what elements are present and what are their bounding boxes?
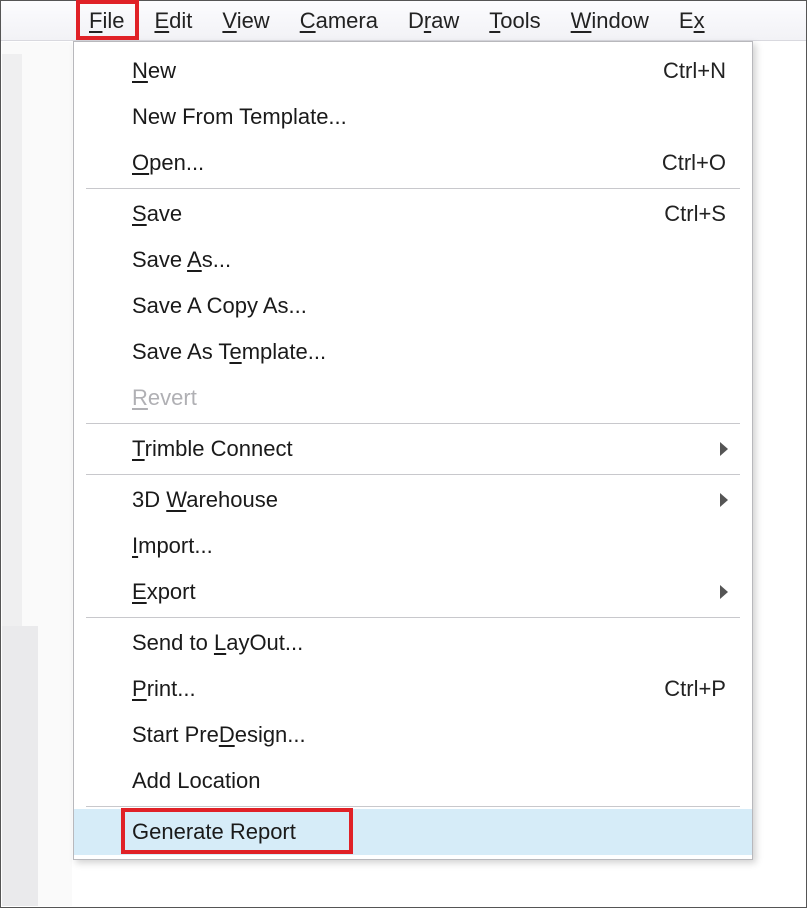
menu-item-import[interactable]: Import... [74, 523, 752, 569]
menu-item-label: Add Location [132, 768, 732, 794]
menu-item-generate-report[interactable]: Generate Report [74, 809, 752, 855]
menu-item-new[interactable]: NewCtrl+N [74, 48, 752, 94]
submenu-arrow-icon [720, 442, 728, 456]
menu-separator [86, 423, 740, 424]
menu-item-label: Send to LayOut... [132, 630, 732, 656]
menu-item-label: Save As... [132, 247, 732, 273]
menu-separator [86, 188, 740, 189]
menu-item-label: Revert [132, 385, 732, 411]
menu-item-label: Trimble Connect [132, 436, 720, 462]
menu-item-open[interactable]: Open...Ctrl+O [74, 140, 752, 186]
menu-item-label: Export [132, 579, 720, 605]
menu-item-add-location[interactable]: Add Location [74, 758, 752, 804]
menu-item-label: 3D Warehouse [132, 487, 720, 513]
workspace-edge [2, 54, 22, 626]
menubar-item-edit[interactable]: Edit [144, 4, 202, 38]
menu-shortcut: Ctrl+S [664, 201, 726, 227]
menu-item-revert: Revert [74, 375, 752, 421]
menu-item-print[interactable]: Print...Ctrl+P [74, 666, 752, 712]
menu-shortcut: Ctrl+N [663, 58, 726, 84]
menu-item-save-template[interactable]: Save As Template... [74, 329, 752, 375]
workspace-background [2, 42, 72, 906]
menu-item-save-copy[interactable]: Save A Copy As... [74, 283, 752, 329]
menu-item-export[interactable]: Export [74, 569, 752, 615]
menu-item-layout[interactable]: Send to LayOut... [74, 620, 752, 666]
menubar-item-tools[interactable]: Tools [479, 4, 550, 38]
menubar-item-draw[interactable]: Draw [398, 4, 469, 38]
menubar-item-view[interactable]: View [212, 4, 279, 38]
menu-shortcut: Ctrl+O [662, 150, 726, 176]
menu-item-save-as[interactable]: Save As... [74, 237, 752, 283]
menu-item-label: Start PreDesign... [132, 722, 732, 748]
menu-item-label: New [132, 58, 663, 84]
menu-item-label: Import... [132, 533, 732, 559]
menu-item-save[interactable]: SaveCtrl+S [74, 191, 752, 237]
menu-item-label: Save [132, 201, 664, 227]
menu-item-label: Save As Template... [132, 339, 732, 365]
file-menu-dropdown: NewCtrl+NNew From Template...Open...Ctrl… [73, 41, 753, 860]
menu-item-label: Print... [132, 676, 664, 702]
menubar-item-file[interactable]: File [79, 4, 134, 38]
submenu-arrow-icon [720, 585, 728, 599]
menu-item-new-template[interactable]: New From Template... [74, 94, 752, 140]
menu-item-label: Save A Copy As... [132, 293, 732, 319]
menu-separator [86, 474, 740, 475]
menu-item-label: Open... [132, 150, 662, 176]
menu-separator [86, 617, 740, 618]
menubar-item-ex[interactable]: Ex [669, 4, 715, 38]
menu-separator [86, 806, 740, 807]
menu-item-label: New From Template... [132, 104, 732, 130]
menu-item-label: Generate Report [132, 819, 732, 845]
menu-item-predesign[interactable]: Start PreDesign... [74, 712, 752, 758]
menu-shortcut: Ctrl+P [664, 676, 726, 702]
menubar-item-window[interactable]: Window [561, 4, 659, 38]
menu-item-warehouse[interactable]: 3D Warehouse [74, 477, 752, 523]
menubar: File Edit View Camera Draw Tools Window Ex [1, 1, 806, 41]
menubar-item-camera[interactable]: Camera [290, 4, 388, 38]
menu-item-trimble[interactable]: Trimble Connect [74, 426, 752, 472]
workspace-edge [2, 626, 38, 906]
submenu-arrow-icon [720, 493, 728, 507]
